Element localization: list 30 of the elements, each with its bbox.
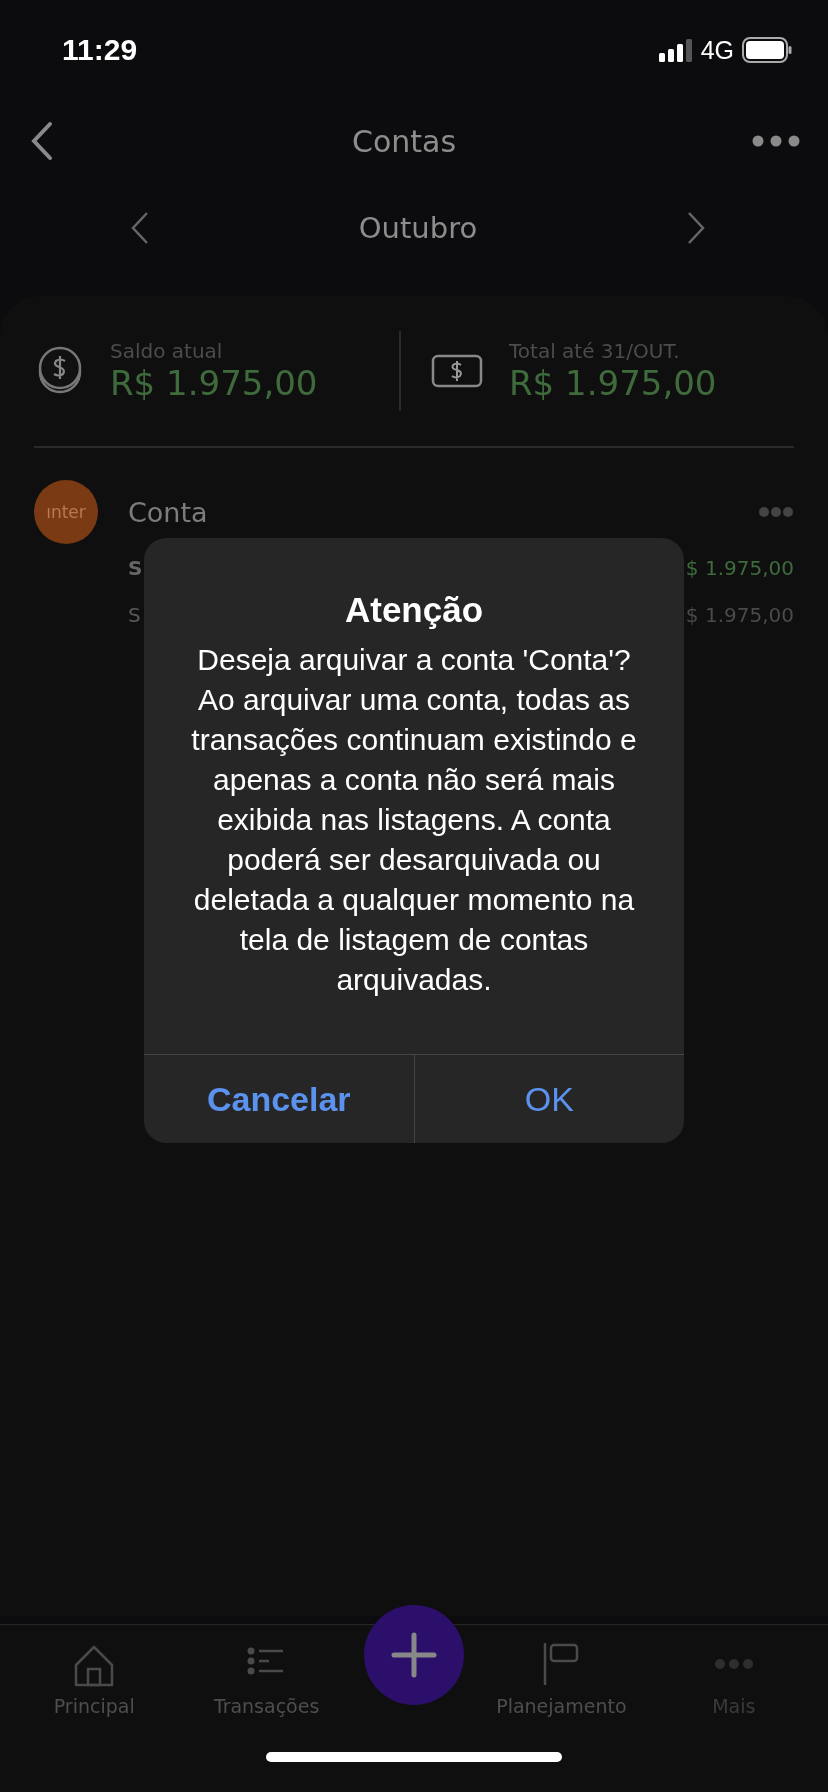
ok-button[interactable]: OK bbox=[413, 1055, 684, 1143]
summary-amount: R$ 1.975,00 bbox=[110, 363, 318, 403]
account-name: Conta bbox=[128, 496, 208, 528]
more-icon bbox=[714, 1659, 753, 1669]
month-label: Outubro bbox=[358, 211, 478, 245]
balance-label: S bbox=[128, 602, 141, 627]
summary-label: Total até 31/OUT. bbox=[509, 339, 681, 363]
tab-item[interactable]: Principal bbox=[19, 1625, 170, 1718]
status-time: 11:29 bbox=[62, 33, 138, 67]
summary-label: Saldo atual bbox=[110, 339, 224, 363]
bill-icon bbox=[431, 354, 483, 388]
bank-logo: ınter bbox=[34, 480, 98, 544]
next-month-icon[interactable] bbox=[686, 211, 706, 245]
network-label: 4G bbox=[700, 35, 734, 65]
summary-amount: R$ 1.975,00 bbox=[509, 363, 717, 403]
plus-icon bbox=[390, 1632, 437, 1678]
more-icon[interactable] bbox=[752, 135, 800, 147]
balance-label: S bbox=[128, 555, 143, 580]
cancel-button[interactable]: Cancelar bbox=[144, 1055, 414, 1143]
signal-icon bbox=[658, 38, 693, 62]
coins-icon bbox=[36, 346, 84, 396]
previous-month-icon[interactable] bbox=[130, 211, 150, 245]
balance-amount: $ 1.975,00 bbox=[685, 555, 794, 580]
battery-icon bbox=[742, 37, 792, 63]
tab-item[interactable]: Transações bbox=[191, 1625, 342, 1718]
screen-title: Contas bbox=[351, 123, 457, 159]
tab-item[interactable]: Planejamento bbox=[486, 1625, 637, 1718]
dialog-title: Atenção bbox=[343, 590, 485, 630]
balance-amount: $ 1.975,00 bbox=[685, 602, 794, 627]
dialog-message: Deseja arquivar a conta 'Conta'? Ao arquivar uma conta, todas as transações continuam existindo e apenas a conta não será mais exibida nas listagens. A conta poderá ser desarquivada ou deletada a qualquer momento na tela de listagem de contas arquivadas. bbox=[190, 642, 638, 998]
